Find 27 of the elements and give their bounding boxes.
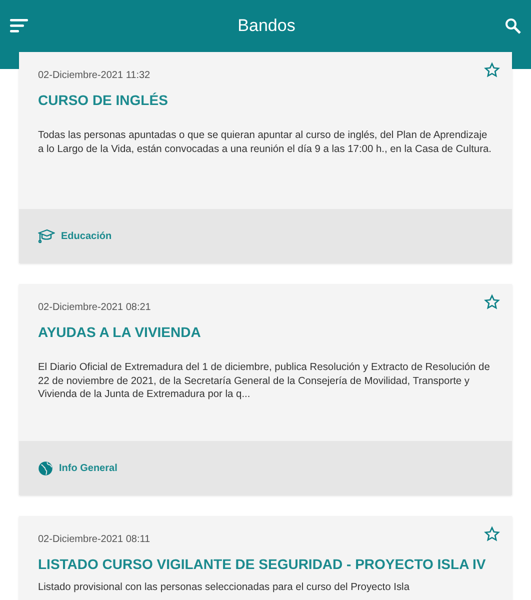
- favorite-button[interactable]: [484, 526, 500, 542]
- favorite-button[interactable]: [484, 62, 500, 78]
- menu-icon: [10, 18, 28, 34]
- category-label: Info General: [59, 462, 118, 474]
- post-card[interactable]: [19, 284, 512, 495]
- menu-button[interactable]: [10, 18, 28, 34]
- star-icon: [484, 526, 500, 542]
- category-label: Educación: [61, 230, 112, 242]
- post-date: 02-Diciembre-2021 08:21: [38, 302, 152, 313]
- post-title: AYUDAS A LA VIVIENDA: [38, 323, 202, 341]
- post-title: LISTADO CURSO VIGILANTE DE SEGURIDAD - PROYECTO ISLA IV: [38, 555, 487, 573]
- app-title: Bandos: [238, 16, 296, 36]
- post-card[interactable]: 02-Diciembre-2021 08:11 LISTADO CURSO VIGILANTE DE SEGURIDAD - PROYECTO ISLA IV Listado provisional con las personas seleccionadas para el curso del Proyecto Isla: [19, 516, 512, 600]
- post-title: CURSO DE INGLÉS: [38, 91, 169, 109]
- search-icon: [504, 18, 521, 34]
- favorite-button[interactable]: [484, 294, 500, 310]
- graduation-cap-icon: [38, 228, 55, 244]
- search-button[interactable]: [504, 18, 521, 34]
- post-card[interactable]: [19, 52, 512, 263]
- star-icon: [484, 294, 500, 310]
- post-date: 02-Diciembre-2021 08:11: [38, 534, 152, 545]
- star-icon: [484, 62, 500, 78]
- post-text: Listado provisional con las personas seleccionadas para el curso del Proyecto Isla: [38, 581, 410, 594]
- globe-icon: [38, 460, 53, 476]
- post-text: El Diario Oficial de Extremadura del 1 de diciembre, publica Resolución y Extracto de Resolución de 22 de noviembre de 2021, de la Secretaría General de la Consejería de Movilidad, Transporte y Vivienda de la Junta de Extremadura por la q...: [38, 361, 491, 402]
- post-text: Todas las personas apuntadas o que se quieran apuntar al curso de inglés, del Plan de Aprendizaje a lo Largo de la Vida, están convocadas a una reunión el día 9 a las 17:00 h., en la Casa de Cultura.: [38, 129, 492, 156]
- post-date: 02-Diciembre-2021 11:32: [38, 70, 152, 81]
